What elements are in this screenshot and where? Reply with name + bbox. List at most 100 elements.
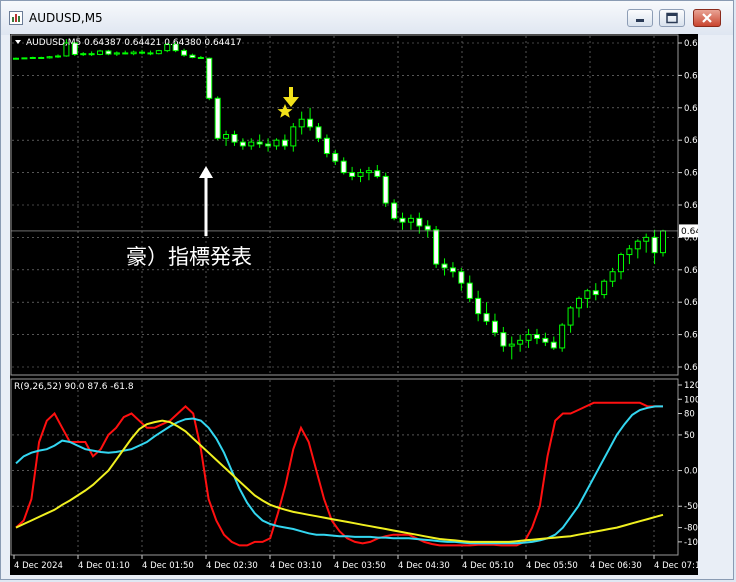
- time-tick-label: 4 Dec 06:30: [590, 561, 642, 571]
- candle-bull: [80, 53, 87, 56]
- candle-bear: [206, 57, 213, 99]
- candle-bear: [281, 139, 288, 147]
- oscillator-tick-label: -100: [684, 538, 698, 548]
- time-tick-label: 4 Dec 07:10: [654, 561, 698, 571]
- time-tick-label: 4 Dec 03:50: [334, 561, 386, 571]
- oscillator-header: R(9,26,52) 90.0 87.6 -61.8: [14, 382, 134, 392]
- candle-bear: [214, 97, 221, 139]
- candle-bear: [340, 160, 347, 174]
- time-tick-label: 4 Dec 03:10: [270, 561, 322, 571]
- candle-bear: [542, 337, 549, 343]
- time-tick-label: 4 Dec 05:10: [462, 561, 514, 571]
- oscillator-tick-label: -50: [684, 502, 698, 512]
- price-tick-label: 0.64570: [684, 169, 698, 179]
- candle-bull: [626, 248, 633, 256]
- time-tick-label: 4 Dec 01:50: [142, 561, 194, 571]
- candle-bear: [651, 236, 658, 254]
- annotation-text: 豪）指標発表: [126, 245, 252, 269]
- candle-bear: [147, 52, 154, 55]
- candle-bull: [55, 55, 62, 58]
- candle-bear: [88, 53, 95, 56]
- main-panel: 0.64910 0.64825 0.64740 0.64655 0.64570 0.644…: [10, 34, 698, 376]
- oscillator-axis: 120 100 80 50 0.00 -50 -80 -100: [678, 381, 698, 548]
- candle-bull: [634, 240, 641, 250]
- candles: [13, 39, 666, 360]
- main-grid: [12, 36, 677, 374]
- candle-bear: [374, 170, 381, 177]
- candle-bear: [332, 153, 339, 162]
- candle-bear: [307, 118, 314, 128]
- oscillator-tick-label: 50: [684, 431, 695, 441]
- candle-bull: [575, 297, 582, 309]
- main-panel-header: AUDUSD,M5 0.64387 0.64421 0.64380 0.6441…: [26, 38, 242, 48]
- oscillator-series-line: [15, 405, 663, 545]
- price-tick-label: 0.64315: [684, 266, 698, 276]
- candle-bear: [231, 133, 238, 143]
- signal-arrow-icon: [283, 87, 299, 107]
- price-tick-label: 0.64825: [684, 71, 698, 81]
- oscillator-panel: 120 100 80 50 0.00 -50 -80 -100 R(9,26,52) 90.0…: [10, 378, 698, 556]
- oscillator-lines: [15, 401, 664, 547]
- annotation-arrow-icon: [199, 166, 213, 236]
- candle-bull: [290, 126, 297, 147]
- candle-bull: [248, 141, 255, 147]
- time-axis: 4 Dec 2024 4 Dec 01:10 4 Dec 01:50 4 Dec 02…: [13, 555, 698, 571]
- chart-canvas[interactable]: 0.64910 0.64825 0.64740 0.64655 0.64570 0.644…: [10, 34, 698, 575]
- chart-dropdown-icon[interactable]: [15, 40, 21, 44]
- candle-bull: [567, 307, 574, 326]
- price-tick-label: 0.64485: [684, 201, 698, 211]
- close-button[interactable]: [693, 9, 721, 27]
- candle-bull: [97, 50, 104, 55]
- candle-bull: [525, 334, 532, 341]
- oscillator-tick-label: 100: [684, 395, 698, 405]
- price-axis: 0.64910 0.64825 0.64740 0.64655 0.64570 0.644…: [678, 39, 698, 373]
- candle-bear: [239, 141, 246, 147]
- candle-bull: [617, 254, 624, 273]
- candle-bull: [29, 56, 36, 59]
- candle-bull: [21, 57, 28, 60]
- candle-bull: [13, 57, 19, 60]
- candle-bear: [181, 50, 188, 56]
- candle-bull: [357, 172, 364, 177]
- candle-bull: [365, 170, 372, 174]
- price-tick-label: 0.64740: [684, 104, 698, 114]
- candle-bull: [298, 118, 305, 128]
- candle-bear: [533, 334, 540, 339]
- candle-bear: [500, 332, 507, 347]
- price-tick-label: 0.64060: [684, 363, 698, 373]
- oscillator-tick-label: 80: [684, 410, 695, 420]
- close-icon: [702, 13, 712, 23]
- candle-bull: [517, 339, 524, 345]
- candle-bear: [416, 217, 423, 227]
- minimize-button[interactable]: [627, 9, 653, 27]
- candle-bear: [139, 51, 146, 54]
- candle-bear: [189, 54, 196, 58]
- maximize-button[interactable]: [659, 9, 685, 27]
- candle-bear: [265, 143, 272, 147]
- candle-bull: [407, 217, 414, 223]
- candle-bear: [399, 217, 406, 223]
- time-tick-label: 4 Dec 04:30: [398, 561, 450, 571]
- oscillator-tick-label: 120: [684, 381, 698, 391]
- price-tick-label: 0.64655: [684, 136, 698, 146]
- price-tick-label: 0.64910: [684, 39, 698, 49]
- candle-bear: [433, 229, 440, 265]
- chart-area[interactable]: 0.64910 0.64825 0.64740 0.64655 0.64570 0.644…: [10, 34, 698, 575]
- time-tick-label: 4 Dec 05:50: [526, 561, 578, 571]
- time-tick-label: 4 Dec 2024: [14, 561, 63, 571]
- candle-bear: [105, 50, 112, 55]
- candle-bear: [122, 52, 129, 55]
- title-bar[interactable]: AUDUSD,M5: [1, 1, 733, 35]
- candle-bull: [223, 133, 230, 139]
- candle-bull: [660, 230, 666, 254]
- price-tick-label: 0.64230: [684, 298, 698, 308]
- candle-bear: [382, 175, 389, 204]
- candle-bear: [475, 297, 482, 315]
- candle-bear: [550, 341, 557, 349]
- candle-bear: [449, 267, 456, 273]
- candle-bear: [391, 202, 398, 219]
- oscillator-tick-label: -80: [684, 524, 698, 534]
- candle-bull: [601, 280, 608, 296]
- minimize-icon: [636, 19, 644, 22]
- oscillator-tick-label: 0.00: [684, 467, 698, 477]
